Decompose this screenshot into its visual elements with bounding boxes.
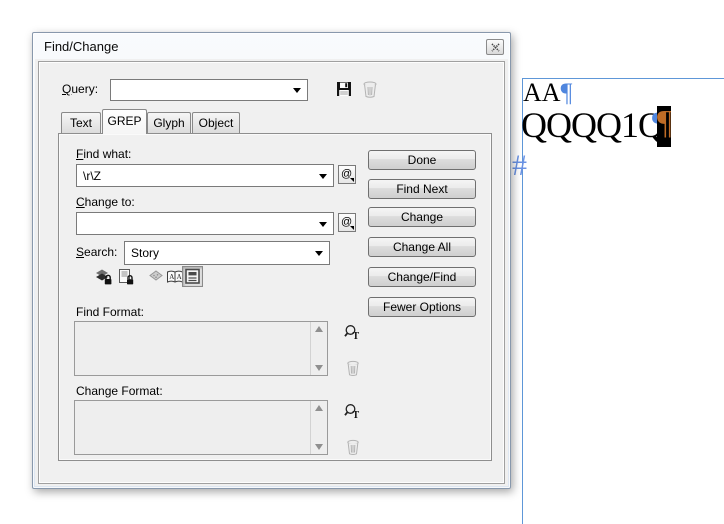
scroll-down-icon[interactable] <box>315 365 323 371</box>
find-change-dialog: Find/Change Query: Text GREP Glyph Objec… <box>32 32 511 489</box>
change-button[interactable]: Change <box>368 207 476 227</box>
save-query-button[interactable] <box>335 80 353 98</box>
change-all-button[interactable]: Change All <box>368 237 476 257</box>
search-scope-value: Story <box>131 246 160 260</box>
include-footnotes-icon <box>185 268 200 284</box>
flyout-arrow-icon <box>350 226 354 230</box>
find-what-label: Find what: <box>76 147 132 161</box>
dialog-client-area: Query: Text GREP Glyph Object Find what:… <box>35 59 508 486</box>
found-match-selection-highlight[interactable]: ¶ <box>657 106 671 147</box>
change-to-input[interactable] <box>76 212 334 235</box>
dialog-title: Find/Change <box>44 39 119 54</box>
grep-tab-panel: Find what: \r\Z @ Change to: @ Search: S… <box>58 133 492 461</box>
chevron-down-icon <box>319 173 327 179</box>
find-what-value: \r\Z <box>83 168 101 183</box>
search-scope-dropdown[interactable]: Story <box>124 241 330 265</box>
tab-text[interactable]: Text <box>61 112 101 133</box>
include-locked-stories-toggle[interactable] <box>117 268 135 286</box>
chevron-down-icon <box>293 88 301 93</box>
svg-text:T: T <box>353 410 360 420</box>
include-hidden-layers-toggle[interactable] <box>147 268 165 286</box>
clear-attributes-trash-icon <box>347 360 359 376</box>
document-text-line-2[interactable]: QQQQ1Q <box>521 103 664 147</box>
clear-change-attributes-button[interactable] <box>346 439 360 455</box>
find-what-input[interactable]: \r\Z <box>76 164 334 187</box>
query-label: Query: <box>62 82 99 96</box>
clear-find-attributes-button[interactable] <box>346 360 360 376</box>
change-special-characters-button[interactable]: @ <box>338 213 356 232</box>
tab-glyph[interactable]: Glyph <box>147 112 191 133</box>
close-button[interactable] <box>486 39 504 55</box>
include-footnotes-toggle[interactable] <box>182 266 203 287</box>
scroll-up-icon[interactable] <box>315 405 323 411</box>
include-locked-layers-icon <box>96 269 112 285</box>
include-hidden-layers-icon <box>149 270 163 281</box>
find-format-box[interactable] <box>74 321 328 376</box>
flyout-arrow-icon <box>350 178 354 182</box>
done-button[interactable]: Done <box>368 150 476 170</box>
svg-text:A: A <box>169 273 174 281</box>
scroll-down-icon[interactable] <box>315 444 323 450</box>
svg-text:A: A <box>177 273 182 281</box>
delete-query-button[interactable] <box>362 80 378 98</box>
find-format-label: Find Format: <box>76 305 145 319</box>
dialog-titlebar[interactable]: Find/Change <box>33 33 510 59</box>
tab-object[interactable]: Object <box>192 112 240 133</box>
search-label: Search: <box>76 245 118 259</box>
chevron-down-icon <box>319 221 327 227</box>
find-special-characters-button[interactable]: @ <box>338 165 356 184</box>
include-locked-stories-icon <box>119 269 134 285</box>
end-of-story-marker: # <box>512 149 527 182</box>
save-icon <box>337 82 351 96</box>
close-icon <box>490 42 500 52</box>
query-dropdown[interactable] <box>110 79 308 101</box>
specify-attributes-icon: T <box>344 325 360 342</box>
selected-paragraph-mark-icon: ¶ <box>657 106 671 141</box>
change-format-label: Change Format: <box>76 384 163 398</box>
svg-text:T: T <box>353 331 360 341</box>
scroll-up-icon[interactable] <box>315 326 323 332</box>
specify-find-attributes-button[interactable]: T <box>344 324 361 342</box>
change-format-scrollbar[interactable] <box>310 401 327 454</box>
include-locked-layers-toggle[interactable] <box>95 268 113 286</box>
change-format-box[interactable] <box>74 400 328 455</box>
trash-icon <box>363 81 377 98</box>
specify-attributes-icon: T <box>344 404 360 421</box>
specify-change-attributes-button[interactable]: T <box>344 403 361 421</box>
clear-attributes-trash-icon <box>347 439 359 455</box>
change-find-button[interactable]: Change/Find <box>368 267 476 287</box>
tab-grep[interactable]: GREP <box>102 109 147 134</box>
find-format-scrollbar[interactable] <box>310 322 327 375</box>
fewer-options-button[interactable]: Fewer Options <box>368 297 476 317</box>
chevron-down-icon <box>315 251 323 256</box>
change-to-label: Change to: <box>76 195 135 209</box>
find-next-button[interactable]: Find Next <box>368 179 476 199</box>
line2-text: QQQQ1Q <box>521 105 664 145</box>
